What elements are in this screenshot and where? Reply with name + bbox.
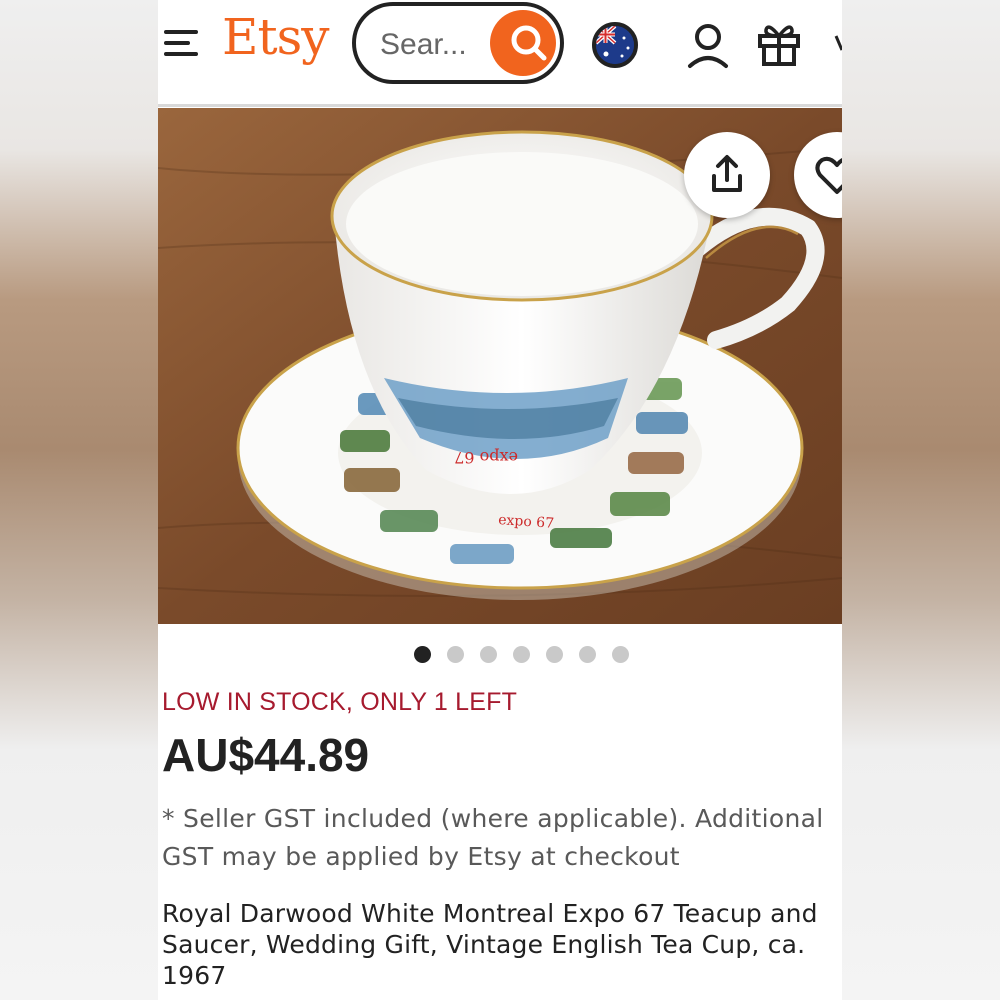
- carousel-dot[interactable]: [579, 646, 596, 663]
- favorite-button[interactable]: [794, 132, 842, 218]
- price: AU$44.89: [162, 729, 370, 781]
- blurred-backdrop-left: [0, 0, 158, 1000]
- tax-note: * Seller GST included (where applicable)…: [162, 804, 824, 871]
- search-icon: [511, 25, 547, 61]
- svg-text:expo 67: expo 67: [454, 448, 518, 467]
- gift-icon[interactable]: [756, 20, 802, 68]
- carousel-dot[interactable]: [447, 646, 464, 663]
- carousel-dot[interactable]: [612, 646, 629, 663]
- image-carousel-dots: [158, 646, 842, 664]
- product-image[interactable]: expo 67 expo 67: [158, 108, 842, 624]
- etsy-mobile-page: Etsy Sear... expo 67 expo 67 LOW IN STOC…: [158, 0, 842, 1000]
- top-navigation-bar: Etsy: [158, 0, 842, 107]
- etsy-logo[interactable]: Etsy: [222, 8, 329, 66]
- user-icon[interactable]: [686, 22, 730, 70]
- carousel-dot[interactable]: [546, 646, 563, 663]
- carousel-dot[interactable]: [513, 646, 530, 663]
- search-bar[interactable]: [352, 2, 564, 84]
- carousel-dot[interactable]: [414, 646, 431, 663]
- share-button[interactable]: [684, 132, 770, 218]
- product-title: Royal Darwood White Montreal Expo 67 Tea…: [162, 899, 818, 990]
- blurred-backdrop-right: [842, 0, 1000, 1000]
- stock-notice: LOW IN STOCK, ONLY 1 LEFT: [162, 688, 518, 716]
- australia-flag-icon[interactable]: [592, 22, 638, 68]
- share-icon: [712, 155, 742, 192]
- heart-icon: [815, 156, 842, 194]
- cart-icon[interactable]: [834, 34, 842, 54]
- menu-icon[interactable]: [164, 28, 200, 60]
- carousel-dot[interactable]: [480, 646, 497, 663]
- search-button[interactable]: [490, 10, 556, 76]
- search-input[interactable]: [378, 24, 492, 66]
